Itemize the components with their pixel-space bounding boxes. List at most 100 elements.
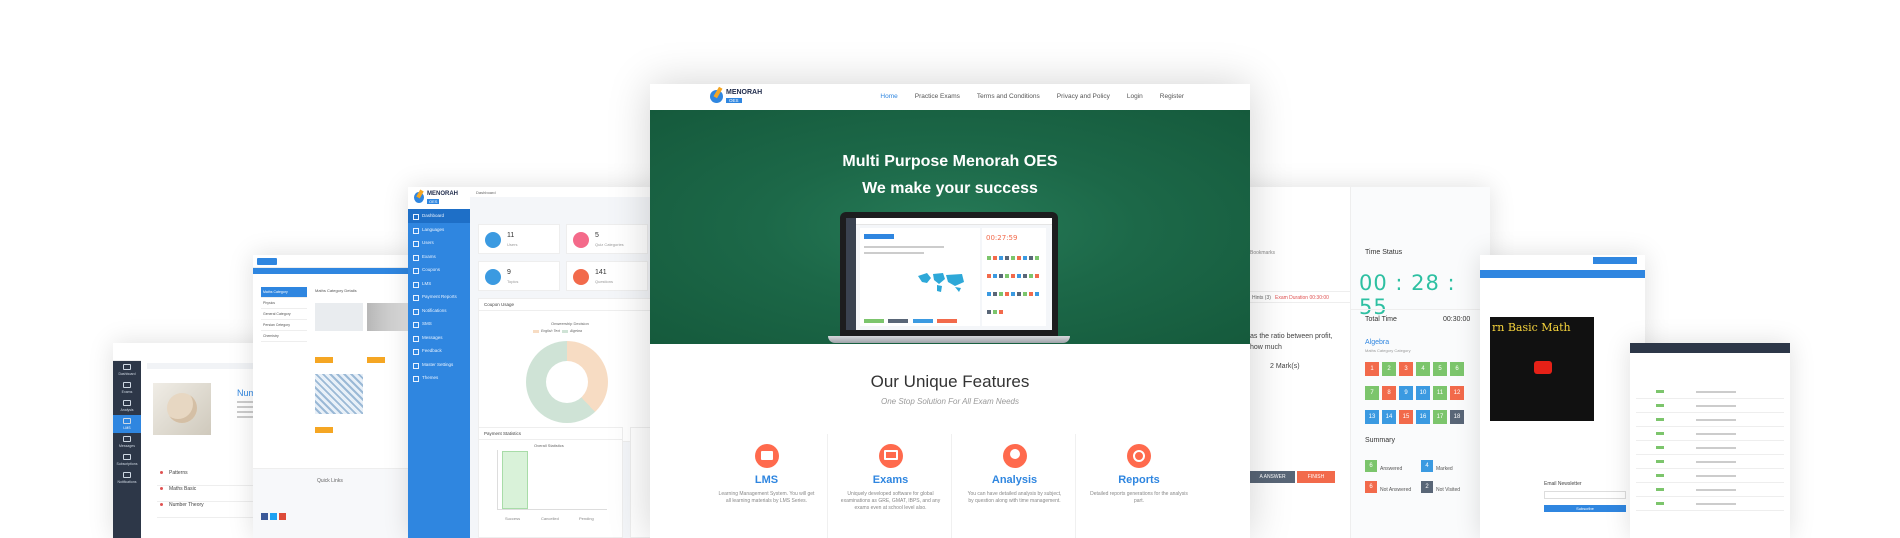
nav-login[interactable]: Login [1127, 93, 1143, 100]
question-number-button[interactable]: 17 [1433, 410, 1447, 424]
lms-nav-dashboard[interactable]: Dashboard [113, 361, 141, 379]
dashboard-nav-item[interactable]: Themes [408, 371, 470, 385]
nav-practice-exams[interactable]: Practice Exams [915, 93, 960, 100]
lms-nav-lms[interactable]: LMS [113, 415, 141, 433]
table-row[interactable] [1636, 469, 1784, 483]
feature-analysis[interactable]: Analysis You can have detailed analysis … [954, 434, 1076, 538]
video-player[interactable]: rn Basic Math [1490, 317, 1594, 421]
bookmarks-label[interactable]: Bookmarks [1250, 250, 1275, 256]
table-row[interactable] [1636, 413, 1784, 427]
newsletter-email-input[interactable] [1544, 491, 1626, 499]
feature-reports[interactable]: Reports Detailed reports generations for… [1078, 434, 1200, 538]
category-menu-item[interactable]: Maths Category [261, 287, 307, 298]
question-number-button[interactable]: 2 [1382, 362, 1396, 376]
question-number-button[interactable]: 1 [1365, 362, 1379, 376]
status-badge [1656, 446, 1664, 449]
table-row[interactable] [1636, 399, 1784, 413]
category-tile-button[interactable] [315, 427, 333, 433]
subject-title: Algebra [1365, 339, 1390, 346]
video-title-text: rn Basic Math [1492, 321, 1571, 334]
dashboard-nav-item[interactable]: Feedback [408, 344, 470, 358]
table-row[interactable] [1636, 455, 1784, 469]
category-menu-item[interactable]: Chemistry [261, 331, 307, 342]
header-buttons[interactable] [1593, 257, 1637, 264]
dashboard-nav-item[interactable]: Users [408, 236, 470, 250]
question-number-button[interactable]: 5 [1433, 362, 1447, 376]
table-row[interactable] [1636, 385, 1784, 399]
stat-card[interactable]: 9 Topics [478, 261, 560, 291]
logo-subtext: OES [427, 199, 440, 204]
question-number-button[interactable]: 14 [1382, 410, 1396, 424]
dashboard-nav-item[interactable]: Payment Reports [408, 290, 470, 304]
table-cell [1696, 391, 1736, 393]
app-sidebar [846, 218, 856, 330]
table-row[interactable] [1636, 497, 1784, 511]
dashboard-nav-item[interactable]: Messages [408, 331, 470, 345]
lms-nav-exams[interactable]: Exams [113, 379, 141, 397]
nav-terms[interactable]: Terms and Conditions [977, 93, 1040, 100]
lms-nav-subscriptions[interactable]: Subscriptions [113, 451, 141, 469]
category-menu-item[interactable]: General Category [261, 309, 307, 320]
lms-nav-analysis[interactable]: Analysis [113, 397, 141, 415]
category-menu-item[interactable]: Persian Cetegory [261, 320, 307, 331]
question-number-button[interactable]: 3 [1399, 362, 1413, 376]
app-timer: 00:27:59 [986, 234, 1018, 242]
dashboard-nav-item[interactable]: LMS [408, 277, 470, 291]
question-number-button[interactable]: 18 [1450, 410, 1464, 424]
dashboard-nav-item[interactable]: Exams [408, 250, 470, 264]
dashboard-nav-item[interactable]: Coupons [408, 263, 470, 277]
finish-button[interactable]: FINISH [1297, 471, 1335, 483]
panel-title: Payment Statistics [479, 428, 622, 440]
dashboard-nav-item[interactable]: Languages [408, 223, 470, 237]
mini-palette-cell [1035, 292, 1039, 296]
landing-page-card: MENORAH OES Home Practice Exams Terms an… [650, 84, 1250, 538]
facebook-icon[interactable] [261, 513, 268, 520]
play-button-icon[interactable] [1534, 361, 1552, 374]
stat-label: Topics [507, 279, 519, 284]
category-preview-card: Maths Category Physics General Category … [253, 255, 418, 538]
lms-nav-notifications[interactable]: Notifications [113, 469, 141, 487]
category-menu-item[interactable]: Physics [261, 298, 307, 309]
dashboard-nav-item[interactable]: Master Settings [408, 358, 470, 372]
features-title: Our Unique Features [870, 372, 1030, 391]
category-tile-button[interactable] [315, 357, 333, 363]
table-row[interactable] [1636, 483, 1784, 497]
stat-card[interactable]: 141 Questions [566, 261, 648, 291]
twitter-icon[interactable] [270, 513, 277, 520]
feature-exams[interactable]: Exams Uniquely developed software for gl… [830, 434, 952, 538]
question-number-button[interactable]: 13 [1365, 410, 1379, 424]
question-number-button[interactable]: 9 [1399, 386, 1413, 400]
mini-palette-cell [999, 292, 1003, 296]
table-row[interactable] [1636, 441, 1784, 455]
dashboard-nav-item[interactable]: Dashboard [408, 209, 470, 223]
question-number-button[interactable]: 11 [1433, 386, 1447, 400]
question-number-button[interactable]: 8 [1382, 386, 1396, 400]
dashboard-nav-item[interactable]: SMS [408, 317, 470, 331]
subscribe-button[interactable]: Subscribe [1544, 505, 1626, 512]
table-row[interactable] [1636, 427, 1784, 441]
coupon-usage-panel: Coupon Usage Onweership Decision English… [478, 298, 660, 442]
question-number-button[interactable]: 12 [1450, 386, 1464, 400]
nav-register[interactable]: Register [1160, 93, 1184, 100]
save-answer-button[interactable]: A ANSWER [1250, 471, 1295, 483]
hints-label[interactable]: Hints (3) [1252, 295, 1271, 301]
exam-duration: Exam Duration 00:30:00 [1275, 295, 1329, 301]
question-number-button[interactable]: 10 [1416, 386, 1430, 400]
question-number-button[interactable]: 7 [1365, 386, 1379, 400]
question-number-button[interactable]: 16 [1416, 410, 1430, 424]
hero-heading: Multi Purpose Menorah OES We make your s… [650, 148, 1250, 202]
question-number-button[interactable]: 15 [1399, 410, 1413, 424]
question-number-button[interactable]: 6 [1450, 362, 1464, 376]
google-plus-icon[interactable] [279, 513, 286, 520]
dashboard-nav-item[interactable]: Notifications [408, 304, 470, 318]
mini-palette-cell [1029, 274, 1033, 278]
lms-nav-messages[interactable]: Messages [113, 433, 141, 451]
category-tile-button[interactable] [367, 357, 385, 363]
stat-card[interactable]: 5 Quiz Categories [566, 224, 648, 254]
feature-lms[interactable]: LMS Learning Management System. You will… [706, 434, 828, 538]
nav-privacy[interactable]: Privacy and Policy [1057, 93, 1110, 100]
stat-card[interactable]: 11 Users [478, 224, 560, 254]
question-number-button[interactable]: 4 [1416, 362, 1430, 376]
status-badge [1656, 474, 1664, 477]
nav-home[interactable]: Home [880, 93, 897, 100]
